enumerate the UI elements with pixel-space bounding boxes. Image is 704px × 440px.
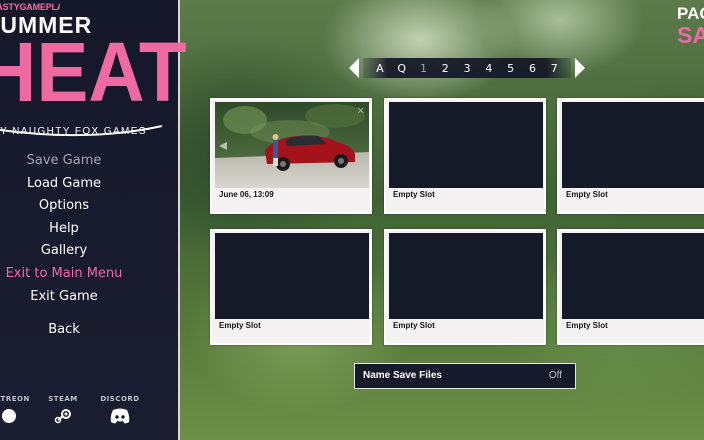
menu-load-game[interactable]: Load Game bbox=[0, 173, 128, 196]
page-5[interactable]: 5 bbox=[500, 62, 522, 75]
save-screenshot-image bbox=[215, 102, 369, 188]
main-menu: Save Game Load Game Options Help Gallery… bbox=[0, 150, 128, 308]
logo-byline: BY NAUGHTY FOX GAMES bbox=[0, 126, 147, 137]
menu-options[interactable]: Options bbox=[0, 195, 128, 218]
save-slot[interactable]: Empty Slot bbox=[384, 229, 546, 345]
save-slot[interactable]: Empty Slot bbox=[557, 98, 704, 214]
save-slot-label: Empty Slot bbox=[566, 321, 608, 330]
patreon-label: PATREON bbox=[0, 395, 30, 403]
arrow-left-icon bbox=[349, 58, 359, 78]
page-1[interactable]: 1 bbox=[413, 62, 435, 75]
steam-icon bbox=[54, 409, 71, 424]
menu-exit-game[interactable]: Exit Game bbox=[0, 286, 128, 309]
name-save-files-toggle[interactable]: Name Save Files Off bbox=[354, 363, 576, 389]
page-6[interactable]: 6 bbox=[522, 62, 544, 75]
steam-label: STEAM bbox=[48, 395, 78, 403]
page-title: SAVE bbox=[677, 22, 704, 48]
save-slot-label: Empty Slot bbox=[393, 190, 435, 199]
page-2[interactable]: 2 bbox=[434, 62, 456, 75]
save-slot-label: June 06, 13:09 bbox=[219, 190, 274, 199]
logo-brand: NASTYGAMEPLAYS bbox=[0, 2, 60, 12]
discord-label: DISCORD bbox=[100, 395, 140, 403]
social-steam[interactable]: STEAM bbox=[46, 395, 80, 425]
sidebar: NASTYGAMEPLAYS SUMMER HEAT BY NAUGHTY FO… bbox=[0, 0, 187, 440]
page-7[interactable]: 7 bbox=[543, 62, 565, 75]
save-slot[interactable]: Empty Slot bbox=[557, 229, 704, 345]
name-save-files-label: Name Save Files bbox=[363, 370, 442, 381]
menu-save-game[interactable]: Save Game bbox=[0, 150, 128, 173]
next-page-button[interactable] bbox=[573, 56, 587, 80]
menu-help[interactable]: Help bbox=[0, 218, 128, 241]
save-slot-label: Empty Slot bbox=[393, 321, 435, 330]
social-discord[interactable]: DISCORD bbox=[100, 395, 140, 425]
social-patreon[interactable]: PATREON bbox=[0, 395, 30, 425]
page-4[interactable]: 4 bbox=[478, 62, 500, 75]
discord-icon bbox=[110, 408, 130, 424]
empty-thumbnail bbox=[562, 233, 704, 319]
arrow-right-icon bbox=[575, 58, 586, 78]
previous-page-button[interactable] bbox=[347, 56, 361, 80]
empty-thumbnail bbox=[389, 233, 543, 319]
empty-thumbnail bbox=[215, 233, 369, 319]
save-slot[interactable]: Empty Slot bbox=[210, 229, 372, 345]
page-3[interactable]: 3 bbox=[456, 62, 478, 75]
save-slot-label: Empty Slot bbox=[219, 321, 261, 330]
name-save-files-value: Off bbox=[548, 370, 562, 381]
empty-thumbnail bbox=[389, 102, 543, 188]
save-slot[interactable]: Empty Slot bbox=[384, 98, 546, 214]
page-quick[interactable]: Q bbox=[391, 62, 413, 75]
delete-icon[interactable]: ✕ bbox=[357, 106, 365, 117]
page-label: PAGE bbox=[677, 4, 704, 23]
logo-title-heat: HEAT bbox=[0, 24, 187, 120]
back-button[interactable]: Back bbox=[0, 319, 128, 342]
page-navigation: A Q 1 2 3 4 5 6 7 bbox=[347, 56, 587, 80]
save-screenshot: ✕ bbox=[215, 102, 369, 188]
menu-gallery[interactable]: Gallery bbox=[0, 240, 128, 263]
menu-exit-to-main-menu[interactable]: Exit to Main Menu bbox=[0, 263, 128, 286]
empty-thumbnail bbox=[562, 102, 704, 188]
page-auto[interactable]: A bbox=[369, 62, 391, 75]
page-list: A Q 1 2 3 4 5 6 7 bbox=[363, 58, 572, 78]
save-slot[interactable]: ✕ June 06, 13:09 bbox=[210, 98, 372, 214]
patreon-icon bbox=[2, 409, 16, 423]
save-slot-label: Empty Slot bbox=[566, 190, 608, 199]
